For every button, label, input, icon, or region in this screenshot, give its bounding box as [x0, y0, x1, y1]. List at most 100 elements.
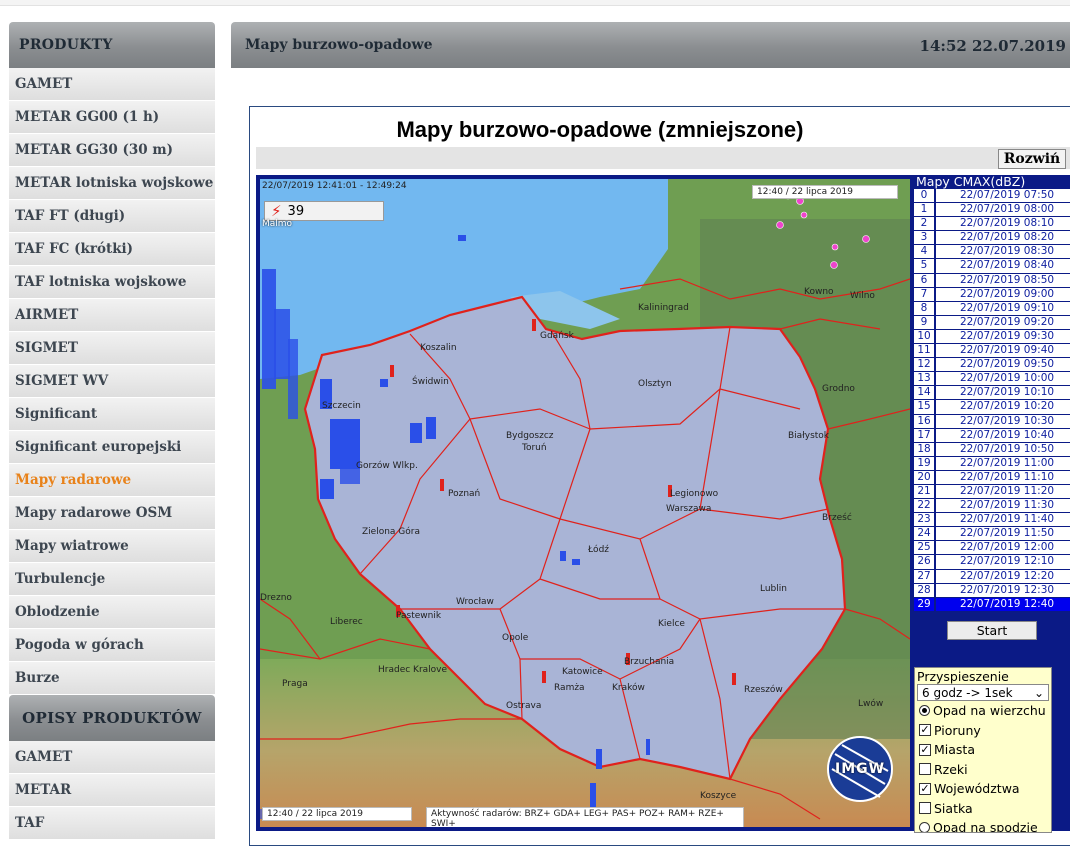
- checkbox-icon[interactable]: [919, 802, 931, 815]
- sidebar-item-metar-gg30-30-m[interactable]: METAR GG30 (30 m): [9, 134, 215, 167]
- checkbox-checked-icon[interactable]: ✓: [919, 782, 931, 795]
- display-options: Przyspieszenie 6 godz -> 1sek ⌄ Opad na …: [914, 667, 1052, 833]
- time-row-time: 22/07/2019 08:20: [936, 231, 1070, 246]
- lightning-counter: ⚡ 39: [264, 201, 384, 221]
- sidebar-item-significant[interactable]: Significant: [9, 398, 215, 431]
- time-row[interactable]: 12 22/07/2019 09:50: [914, 358, 1070, 373]
- checkbox-icon[interactable]: [919, 763, 931, 776]
- sidebar-item-metar[interactable]: METAR: [9, 774, 215, 807]
- sidebar-item-metar-gg00-1-h[interactable]: METAR GG00 (1 h): [9, 101, 215, 134]
- time-row[interactable]: 15 22/07/2019 10:20: [914, 400, 1070, 415]
- panel-title: Mapy burzowo-opadowe (zmniejszone): [396, 117, 804, 142]
- map-panel: Mapy burzowo-opadowe (zmniejszone) Rozwi…: [249, 106, 1070, 846]
- option-województwa[interactable]: ✓ Województwa: [915, 779, 1051, 799]
- expand-button[interactable]: Rozwiń: [998, 149, 1066, 169]
- time-row[interactable]: 23 22/07/2019 11:40: [914, 513, 1070, 528]
- speed-select[interactable]: 6 godz -> 1sek ⌄: [917, 684, 1049, 701]
- sidebar-item-burze[interactable]: Burze: [9, 662, 215, 695]
- time-row[interactable]: 17 22/07/2019 10:40: [914, 428, 1070, 443]
- time-row[interactable]: 26 22/07/2019 12:10: [914, 555, 1070, 570]
- sidebar-item-significant-europejski[interactable]: Significant europejski: [9, 431, 215, 464]
- city-label: Zielona Góra: [362, 527, 420, 537]
- sidebar-item-taf-fc-krótki[interactable]: TAF FC (krótki): [9, 233, 215, 266]
- time-row[interactable]: 13 22/07/2019 10:00: [914, 372, 1070, 387]
- lightning-icon: ⚡: [271, 202, 282, 220]
- time-row[interactable]: 22 22/07/2019 11:30: [914, 499, 1070, 514]
- time-row-index: 3: [914, 231, 936, 246]
- time-row-index: 27: [914, 569, 936, 584]
- page-title: Mapy burzowo-opadowe: [245, 37, 433, 53]
- sidebar-item-taf[interactable]: TAF: [9, 807, 215, 840]
- sidebar-item-sigmet-wv[interactable]: SIGMET WV: [9, 365, 215, 398]
- sidebar-header-descriptions: OPISY PRODUKTÓW: [9, 695, 215, 741]
- time-row-index: 12: [914, 358, 936, 373]
- start-button[interactable]: Start: [947, 621, 1037, 640]
- sidebar-item-gamet[interactable]: GAMET: [9, 741, 215, 774]
- time-row[interactable]: 18 22/07/2019 10:50: [914, 442, 1070, 457]
- time-row[interactable]: 14 22/07/2019 10:10: [914, 386, 1070, 401]
- time-row-index: 8: [914, 301, 936, 316]
- time-row[interactable]: 3 22/07/2019 08:20: [914, 231, 1070, 246]
- option-miasta[interactable]: ✓ Miasta: [915, 740, 1051, 760]
- sidebar-item-turbulencje[interactable]: Turbulencje: [9, 563, 215, 596]
- option-rzeki[interactable]: Rzeki: [915, 760, 1051, 780]
- time-row[interactable]: 16 22/07/2019 10:30: [914, 414, 1070, 429]
- sidebar-item-oblodzenie[interactable]: Oblodzenie: [9, 596, 215, 629]
- city-label: Liberec: [330, 617, 363, 627]
- sidebar-item-airmet[interactable]: AIRMET: [9, 299, 215, 332]
- time-row-time: 22/07/2019 10:10: [936, 386, 1070, 401]
- imgw-logo-text: IMGW: [835, 761, 886, 777]
- option-siatka[interactable]: Siatka: [915, 799, 1051, 819]
- time-row-time: 22/07/2019 08:10: [936, 217, 1070, 232]
- time-row[interactable]: 10 22/07/2019 09:30: [914, 329, 1070, 345]
- radio-icon[interactable]: [919, 822, 930, 832]
- sidebar-item-mapy-wiatrowe[interactable]: Mapy wiatrowe: [9, 530, 215, 563]
- time-row[interactable]: 19 22/07/2019 11:00: [914, 456, 1070, 471]
- sidebar-item-sigmet[interactable]: SIGMET: [9, 332, 215, 365]
- radio-icon[interactable]: [919, 705, 930, 717]
- radar-map[interactable]: 22/07/2019 12:41:01 - 12:49:24 12:40 / 2…: [260, 179, 910, 827]
- time-row[interactable]: 5 22/07/2019 08:40: [914, 259, 1070, 274]
- sidebar-item-taf-lotniska-wojskowe[interactable]: TAF lotniska wojskowe: [9, 266, 215, 299]
- time-row-time: 22/07/2019 07:50: [936, 189, 1070, 204]
- city-label: Olsztyn: [638, 379, 672, 389]
- time-row-index: 7: [914, 287, 936, 302]
- time-row[interactable]: 25 22/07/2019 12:00: [914, 541, 1070, 556]
- time-row[interactable]: 9 22/07/2019 09:20: [914, 315, 1070, 330]
- time-row[interactable]: 0 22/07/2019 07:50: [914, 189, 1070, 204]
- time-row[interactable]: 28 22/07/2019 12:30: [914, 583, 1070, 598]
- sidebar-item-pogoda-w-górach[interactable]: Pogoda w górach: [9, 629, 215, 662]
- time-row-time: 22/07/2019 09:40: [936, 344, 1070, 359]
- sidebar-item-metar-lotniska-wojskowe[interactable]: METAR lotniska wojskowe: [9, 167, 215, 200]
- option-opad-na-wierzchu[interactable]: Opad na wierzchu: [915, 701, 1051, 721]
- city-label: Kielce: [658, 619, 685, 629]
- sidebar-item-mapy-radarowe[interactable]: Mapy radarowe: [9, 464, 215, 497]
- sidebar-item-mapy-radarowe-osm[interactable]: Mapy radarowe OSM: [9, 497, 215, 530]
- time-row[interactable]: 8 22/07/2019 09:10: [914, 301, 1070, 316]
- time-row[interactable]: 27 22/07/2019 12:20: [914, 569, 1070, 584]
- time-row[interactable]: 11 22/07/2019 09:40: [914, 344, 1070, 359]
- sidebar-item-taf-ft-długi[interactable]: TAF FT (długi): [9, 200, 215, 233]
- time-row-index: 28: [914, 583, 936, 598]
- time-row-time: 22/07/2019 09:00: [936, 287, 1070, 302]
- time-row[interactable]: 29 22/07/2019 12:40: [914, 597, 1070, 612]
- checkbox-checked-icon[interactable]: ✓: [919, 724, 931, 737]
- time-row[interactable]: 20 22/07/2019 11:10: [914, 470, 1070, 485]
- time-row[interactable]: 7 22/07/2019 09:00: [914, 287, 1070, 302]
- option-pioruny[interactable]: ✓ Pioruny: [915, 721, 1051, 741]
- time-row-index: 16: [914, 414, 936, 429]
- sidebar-item-gamet[interactable]: GAMET: [9, 68, 215, 101]
- city-label: Legionowo: [670, 489, 719, 499]
- time-row[interactable]: 2 22/07/2019 08:10: [914, 217, 1070, 232]
- option-opad-na-spodzie[interactable]: Opad na spodzie: [915, 818, 1051, 832]
- time-row[interactable]: 21 22/07/2019 11:20: [914, 484, 1070, 500]
- time-row-index: 21: [914, 484, 936, 500]
- time-row[interactable]: 4 22/07/2019 08:30: [914, 245, 1070, 260]
- checkbox-checked-icon[interactable]: ✓: [919, 743, 931, 756]
- city-label: Lublin: [760, 584, 787, 594]
- time-row[interactable]: 1 22/07/2019 08:00: [914, 203, 1070, 218]
- time-row[interactable]: 6 22/07/2019 08:50: [914, 273, 1070, 288]
- time-row-index: 10: [914, 329, 936, 345]
- time-row[interactable]: 24 22/07/2019 11:50: [914, 527, 1070, 542]
- city-label: Kraków: [612, 683, 645, 693]
